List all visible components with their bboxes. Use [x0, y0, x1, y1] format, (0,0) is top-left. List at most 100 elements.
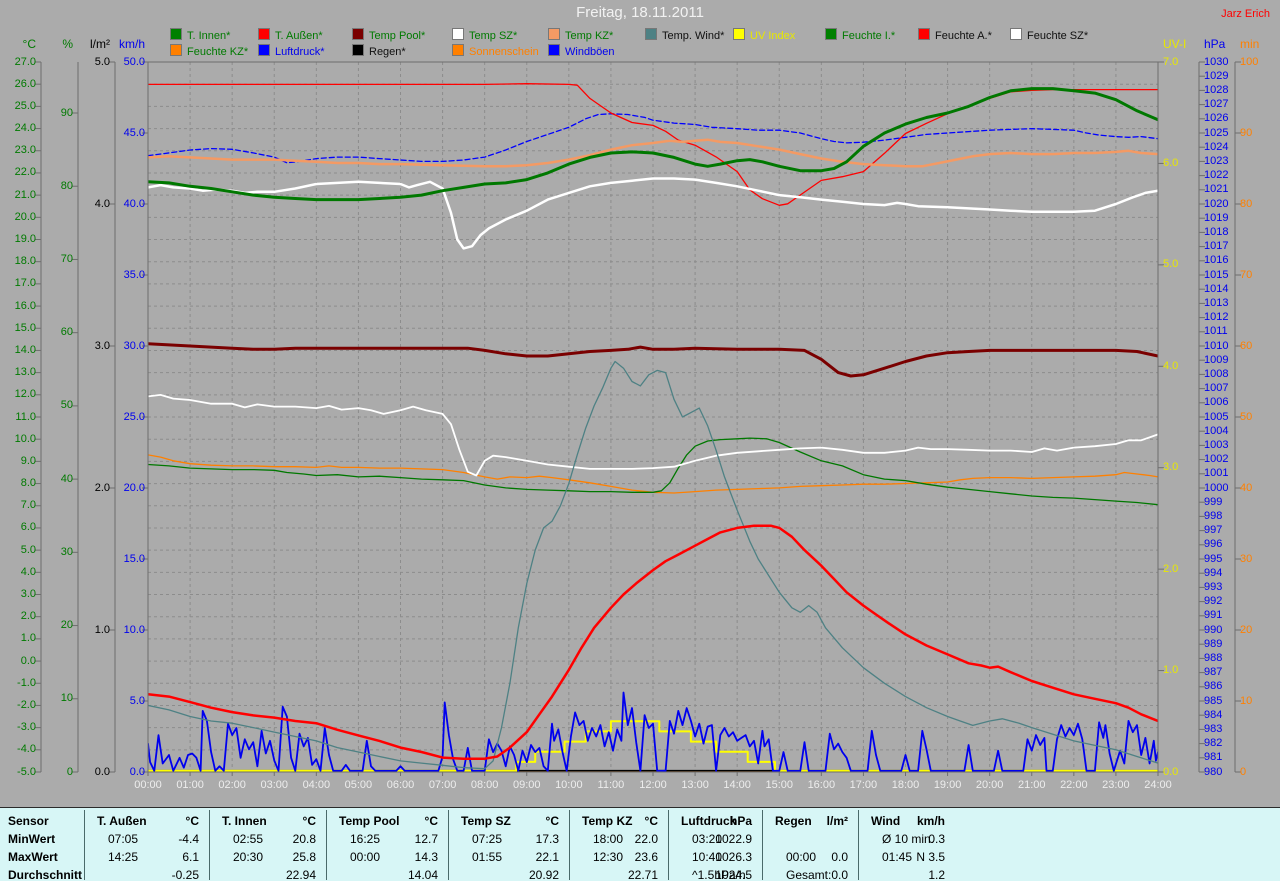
axis-tick-pct: 50 — [60, 399, 73, 412]
axis-tick-hpa: 984 — [1204, 708, 1223, 721]
legend-item-label: Temp SZ* — [469, 30, 518, 42]
axis-tick-uv: 4.0 — [1163, 359, 1179, 372]
axis-tick-hpa: 1012 — [1204, 311, 1229, 324]
legend-item-luftdruck-[interactable]: Luftdruck* — [258, 44, 325, 58]
axis-tick-degC: 16.0 — [14, 299, 36, 312]
axis-tick-hpa: 993 — [1204, 580, 1223, 593]
legend-item-feuchte-i-[interactable]: Feuchte I.* — [825, 28, 895, 42]
legend-color-swatch-icon — [918, 28, 930, 40]
legend-item-label: Feuchte SZ* — [1027, 30, 1089, 42]
axis-tick-hpa: 1029 — [1204, 69, 1229, 82]
axis-tick-hpa: 1011 — [1204, 325, 1228, 338]
axis-tick-pct: 80 — [60, 179, 73, 192]
axis-tick-hpa: 1004 — [1204, 424, 1229, 437]
legend-item-temp-kz-[interactable]: Temp KZ* — [548, 28, 613, 42]
axis-tick-uv: 3.0 — [1163, 461, 1179, 474]
legend-item-label: T. Innen* — [187, 30, 231, 42]
axis-tick-hpa: 996 — [1204, 538, 1223, 551]
axis-tick-pct: 90 — [60, 106, 73, 119]
axis-tick-uv: 1.0 — [1163, 664, 1179, 677]
axis-tick-pct: 60 — [60, 326, 73, 339]
axis-tick-hpa: 1024 — [1204, 140, 1229, 153]
time-tick-label: 24:00 — [1144, 779, 1172, 791]
axis-tick-min: 90 — [1240, 126, 1253, 139]
axis-tick-degC: 3.0 — [20, 588, 36, 600]
axis-unit-uv: UV-I — [1163, 37, 1187, 51]
axis-tick-hpa: 981 — [1204, 751, 1223, 764]
legend-item-windb-en[interactable]: Windböen — [548, 44, 615, 58]
legend-item-t-innen-[interactable]: T. Innen* — [170, 28, 231, 42]
axis-tick-hpa: 1000 — [1204, 481, 1229, 494]
axis-tick-min: 60 — [1240, 339, 1253, 352]
axis-tick-hpa: 1018 — [1204, 225, 1229, 238]
legend-item-feuchte-kz-[interactable]: Feuchte KZ* — [170, 44, 249, 58]
axis-tick-hpa: 1009 — [1204, 353, 1229, 366]
time-tick-label: 12:00 — [639, 779, 667, 791]
axis-tick-min: 80 — [1240, 197, 1253, 210]
axis-tick-hpa: 1028 — [1204, 83, 1229, 96]
axis-tick-degC: -3.0 — [17, 721, 36, 734]
axis-unit-min: min — [1240, 37, 1260, 51]
legend-item-label: Feuchte A.* — [935, 30, 992, 42]
axis-tick-hpa: 994 — [1204, 566, 1223, 579]
legend-item-feuchte-a-[interactable]: Feuchte A.* — [918, 28, 992, 42]
legend-color-swatch-icon — [352, 44, 364, 56]
time-tick-label: 14:00 — [723, 779, 751, 791]
axis-tick-hpa: 987 — [1204, 666, 1223, 679]
axis-tick-hpa: 1030 — [1204, 55, 1229, 68]
axis-tick-kmh: 25.0 — [123, 410, 145, 423]
axis-frame — [35, 61, 1241, 776]
axis-tick-hpa: 980 — [1204, 765, 1223, 778]
axis-tick-hpa: 982 — [1204, 737, 1223, 750]
axis-tick-hpa: 1002 — [1204, 453, 1229, 466]
axis-tick-hpa: 992 — [1204, 595, 1223, 608]
legend-item-uv-index[interactable]: UV Index — [733, 28, 795, 42]
legend-item-label: Luftdruck* — [275, 46, 325, 58]
legend-color-swatch-icon — [352, 28, 364, 40]
legend-item-temp-sz-[interactable]: Temp SZ* — [452, 28, 518, 42]
axis-tick-kmh: 30.0 — [123, 339, 145, 352]
legend-item-regen-[interactable]: Regen* — [352, 44, 406, 58]
axis-tick-hpa: 1013 — [1204, 296, 1229, 309]
axis-tick-min: 0 — [1240, 765, 1247, 778]
axis-tick-kmh: 45.0 — [123, 126, 145, 139]
axis-tick-degC: 23.0 — [14, 144, 36, 157]
axis-tick-degC: 0.0 — [20, 654, 36, 667]
legend-color-swatch-icon — [548, 28, 560, 40]
statistics-table: Sensor MinWert MaxWert Durchschnitt T. Außen… — [0, 807, 1280, 881]
time-tick-label: 18:00 — [891, 779, 920, 791]
axis-tick-hpa: 986 — [1204, 680, 1223, 693]
table-avg-value: 1.2 — [928, 868, 945, 881]
legend-color-swatch-icon — [170, 44, 182, 56]
axis-tick-min: 40 — [1240, 481, 1253, 494]
axis-tick-uv: 0.0 — [1163, 765, 1179, 778]
axis-tick-hpa: 1025 — [1204, 126, 1229, 139]
time-tick-label: 04:00 — [302, 779, 331, 791]
legend-item-label: Temp Pool* — [369, 30, 426, 42]
time-tick-label: 20:00 — [975, 779, 1004, 791]
legend-color-swatch-icon — [825, 28, 837, 40]
axis-tick-degC: 13.0 — [14, 366, 36, 379]
legend-item-label: Feuchte KZ* — [187, 46, 249, 58]
legend-item-t-au-en-[interactable]: T. Außen* — [258, 28, 323, 42]
table-max-value: N 3.5 — [916, 850, 945, 864]
legend-item-temp-pool-[interactable]: Temp Pool* — [352, 28, 426, 42]
axis-tick-min: 30 — [1240, 552, 1253, 565]
legend-color-swatch-icon — [170, 28, 182, 40]
legend-item-temp-wind-[interactable]: Temp. Wind* — [645, 28, 724, 42]
time-tick-label: 02:00 — [218, 779, 246, 791]
legend-color-swatch-icon — [258, 44, 270, 56]
axis-tick-kmh: 0.0 — [129, 765, 145, 778]
legend-color-swatch-icon — [645, 28, 657, 40]
axis-tick-kmh: 50.0 — [123, 55, 145, 68]
chart-series — [148, 83, 1158, 772]
axis-tick-hpa: 999 — [1204, 495, 1223, 508]
axis-tick-hpa: 990 — [1204, 623, 1223, 636]
axis-tick-degC: 12.0 — [14, 388, 36, 401]
axis-tick-kmh: 15.0 — [123, 552, 145, 565]
legend-item-sonnenschein[interactable]: Sonnenschein — [452, 44, 539, 58]
legend-item-feuchte-sz-[interactable]: Feuchte SZ* — [1010, 28, 1089, 42]
legend-item-label: T. Außen* — [275, 30, 323, 42]
axis-tick-min: 20 — [1240, 623, 1253, 636]
series-temp-pool — [148, 342, 1158, 378]
